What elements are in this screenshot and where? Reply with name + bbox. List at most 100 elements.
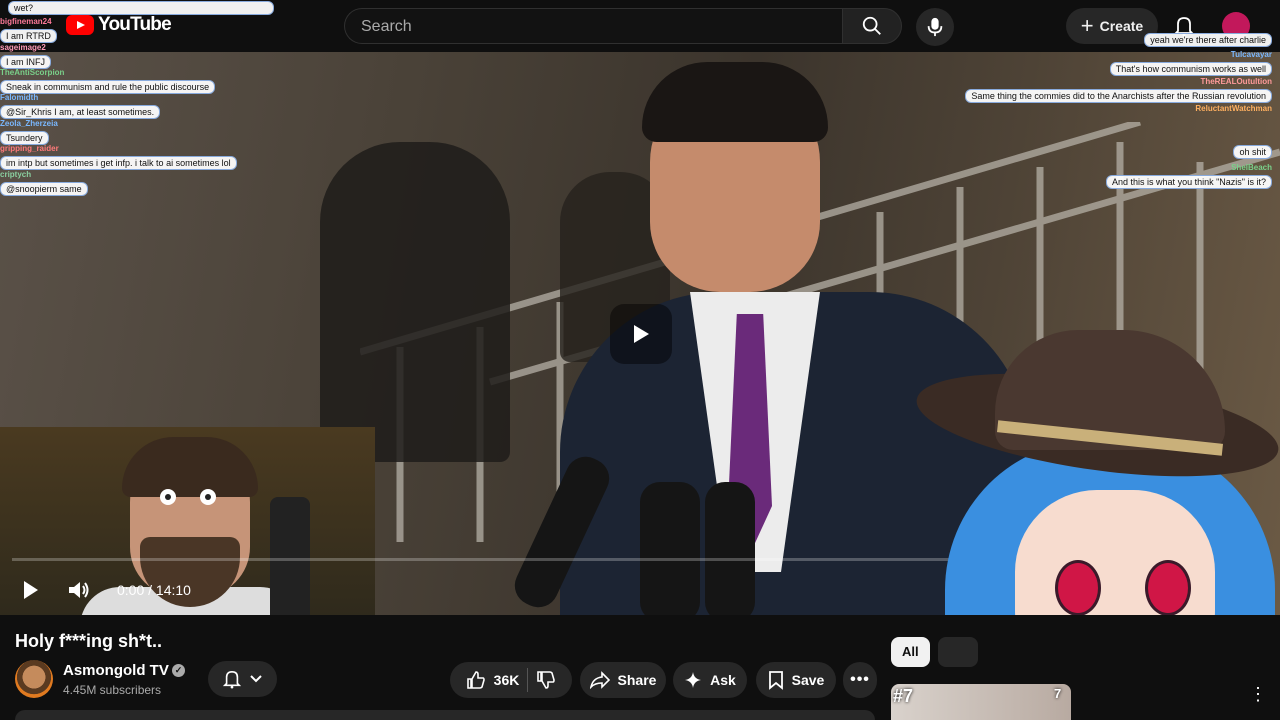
press-microphone xyxy=(640,482,700,615)
chat-username: bigfineman24 xyxy=(0,17,52,26)
video-player[interactable]: 0:00 / 14:10 xyxy=(0,52,1280,615)
video-title: Holy f***ing sh*t.. xyxy=(15,631,163,651)
vtuber-eye xyxy=(1055,560,1101,615)
chat-username: TheAntiScorpion xyxy=(0,68,65,77)
chip-filter[interactable] xyxy=(937,637,978,667)
related-video-thumbnail[interactable] xyxy=(891,684,1071,720)
vtuber-avatar-overlay xyxy=(905,320,1280,615)
chat-username: criptych xyxy=(0,170,32,179)
verified-check-icon: ✓ xyxy=(172,664,185,677)
chat-message-text: yeah we're there after charlie xyxy=(1144,33,1272,47)
subscribed-notifications-button[interactable] xyxy=(208,661,277,697)
subscriber-count: 4.45M subscribers xyxy=(63,683,162,697)
share-icon xyxy=(589,671,610,689)
chat-message-text: I am INFJ xyxy=(0,55,52,69)
share-label: Share xyxy=(617,672,657,688)
more-horizontal-icon: ••• xyxy=(850,671,870,688)
plus-icon: + xyxy=(1080,13,1094,38)
dislike-button[interactable] xyxy=(536,670,556,690)
voice-search-button[interactable] xyxy=(916,8,954,46)
chat-message: ReluctantWatchman xyxy=(1195,104,1272,113)
chat-message: TheREALOutultion Same thing the commies … xyxy=(965,77,1272,104)
search-box[interactable] xyxy=(344,8,842,44)
chat-message-text: And this is what you think "Nazis" is it… xyxy=(1106,175,1272,189)
chat-message: ShelBeach And this is what you think "Na… xyxy=(1106,163,1272,190)
search-input[interactable] xyxy=(359,17,823,37)
channel-name[interactable]: Asmongold TV xyxy=(63,662,169,679)
description-box[interactable] xyxy=(15,710,875,720)
chat-username: TheREALOutultion xyxy=(1200,77,1272,86)
chat-message-text: I am RTRD xyxy=(0,29,57,43)
chat-message: gripping_raider im intp but sometimes i … xyxy=(0,144,237,171)
chevron-down-icon xyxy=(249,675,262,683)
chat-message-text: Sneak in communism and rule the public d… xyxy=(0,80,216,94)
center-play-button[interactable] xyxy=(610,304,672,364)
microphone-icon xyxy=(927,17,943,37)
chat-message-text: Same thing the commies did to the Anarch… xyxy=(965,89,1272,103)
vtuber-eye xyxy=(1145,560,1191,615)
chat-message: oh shit xyxy=(1233,142,1272,160)
bell-icon xyxy=(222,670,241,689)
chat-message: bigfineman24 I am RTRD xyxy=(0,17,57,44)
chat-username: Falomidth xyxy=(0,93,39,102)
chat-message: wet? xyxy=(8,0,275,16)
sparkle-icon xyxy=(685,672,702,688)
like-count: 36K xyxy=(493,672,520,688)
create-label: Create xyxy=(1099,18,1144,34)
chat-message-text: oh shit xyxy=(1233,145,1272,159)
chat-username: ReluctantWatchman xyxy=(1195,104,1272,113)
chat-message-text: Tsundery xyxy=(0,131,49,145)
thumbs-up-icon xyxy=(466,671,485,689)
play-pause-button[interactable] xyxy=(11,570,51,610)
play-icon xyxy=(634,325,649,343)
related-filter-chips: All xyxy=(891,637,978,667)
chat-message: TheAntiScorpion Sneak in communism and r… xyxy=(0,68,216,95)
related-video-menu-icon[interactable]: ⋮ xyxy=(1248,684,1268,708)
chat-message: sageimage2 I am INFJ xyxy=(0,43,52,70)
chat-username: Tulcavayar xyxy=(1230,50,1272,59)
more-actions-button[interactable]: ••• xyxy=(843,662,877,698)
speaker-hair xyxy=(642,62,828,142)
streamer-eye xyxy=(160,489,176,505)
press-microphone xyxy=(705,482,755,615)
chat-message-text: @snoopierm same xyxy=(0,182,88,196)
search-button[interactable] xyxy=(842,8,902,44)
chat-username: Zeola_Zherzeia xyxy=(0,119,58,128)
youtube-logo[interactable]: YouTube xyxy=(66,14,172,36)
ask-button[interactable]: Ask xyxy=(673,662,747,698)
save-label: Save xyxy=(791,672,825,688)
chat-message-text: wet? xyxy=(8,1,275,15)
channel-avatar[interactable] xyxy=(15,660,53,698)
chip-all[interactable]: All xyxy=(891,637,930,667)
thumbnail-overlay-text: #7 xyxy=(893,686,914,706)
youtube-wordmark: YouTube xyxy=(98,14,172,35)
chat-username: gripping_raider xyxy=(0,144,59,153)
chat-username: sageimage2 xyxy=(0,43,46,52)
photographer-figure xyxy=(320,142,510,462)
streamer-microphone xyxy=(270,497,310,615)
like-button[interactable]: 36K xyxy=(466,670,520,690)
chat-message: yeah we're there after charlie xyxy=(1144,30,1272,48)
thumbs-down-icon xyxy=(537,671,556,689)
chat-message: Tulcavayar That's how communism works as… xyxy=(1109,50,1272,77)
player-controls: 0:00 / 14:10 xyxy=(0,570,191,610)
bookmark-icon xyxy=(768,671,783,690)
volume-icon xyxy=(69,582,89,598)
chat-message-text: im intp but sometimes i get infp. i talk… xyxy=(0,156,237,170)
save-button[interactable]: Save xyxy=(756,662,836,698)
like-dislike-group: 36K xyxy=(450,662,572,698)
chat-message: Falomidth @Sir_Khris I am, at least some… xyxy=(0,93,161,120)
thumbnail-overlay-text-2: 7 xyxy=(1054,686,1062,701)
like-divider xyxy=(527,668,529,692)
time-display: 0:00 / 14:10 xyxy=(117,582,191,598)
share-button[interactable]: Share xyxy=(580,662,666,698)
youtube-play-icon xyxy=(66,15,94,35)
chat-username: ShelBeach xyxy=(1231,163,1272,172)
volume-button[interactable] xyxy=(59,570,99,610)
play-icon xyxy=(24,581,38,599)
chat-message: Zeola_Zherzeia Tsundery xyxy=(0,119,58,146)
chat-message-text: That's how communism works as well xyxy=(1109,62,1272,76)
search-icon xyxy=(862,16,881,35)
ask-label: Ask xyxy=(710,672,736,688)
chat-message-text: @Sir_Khris I am, at least sometimes. xyxy=(0,105,161,119)
